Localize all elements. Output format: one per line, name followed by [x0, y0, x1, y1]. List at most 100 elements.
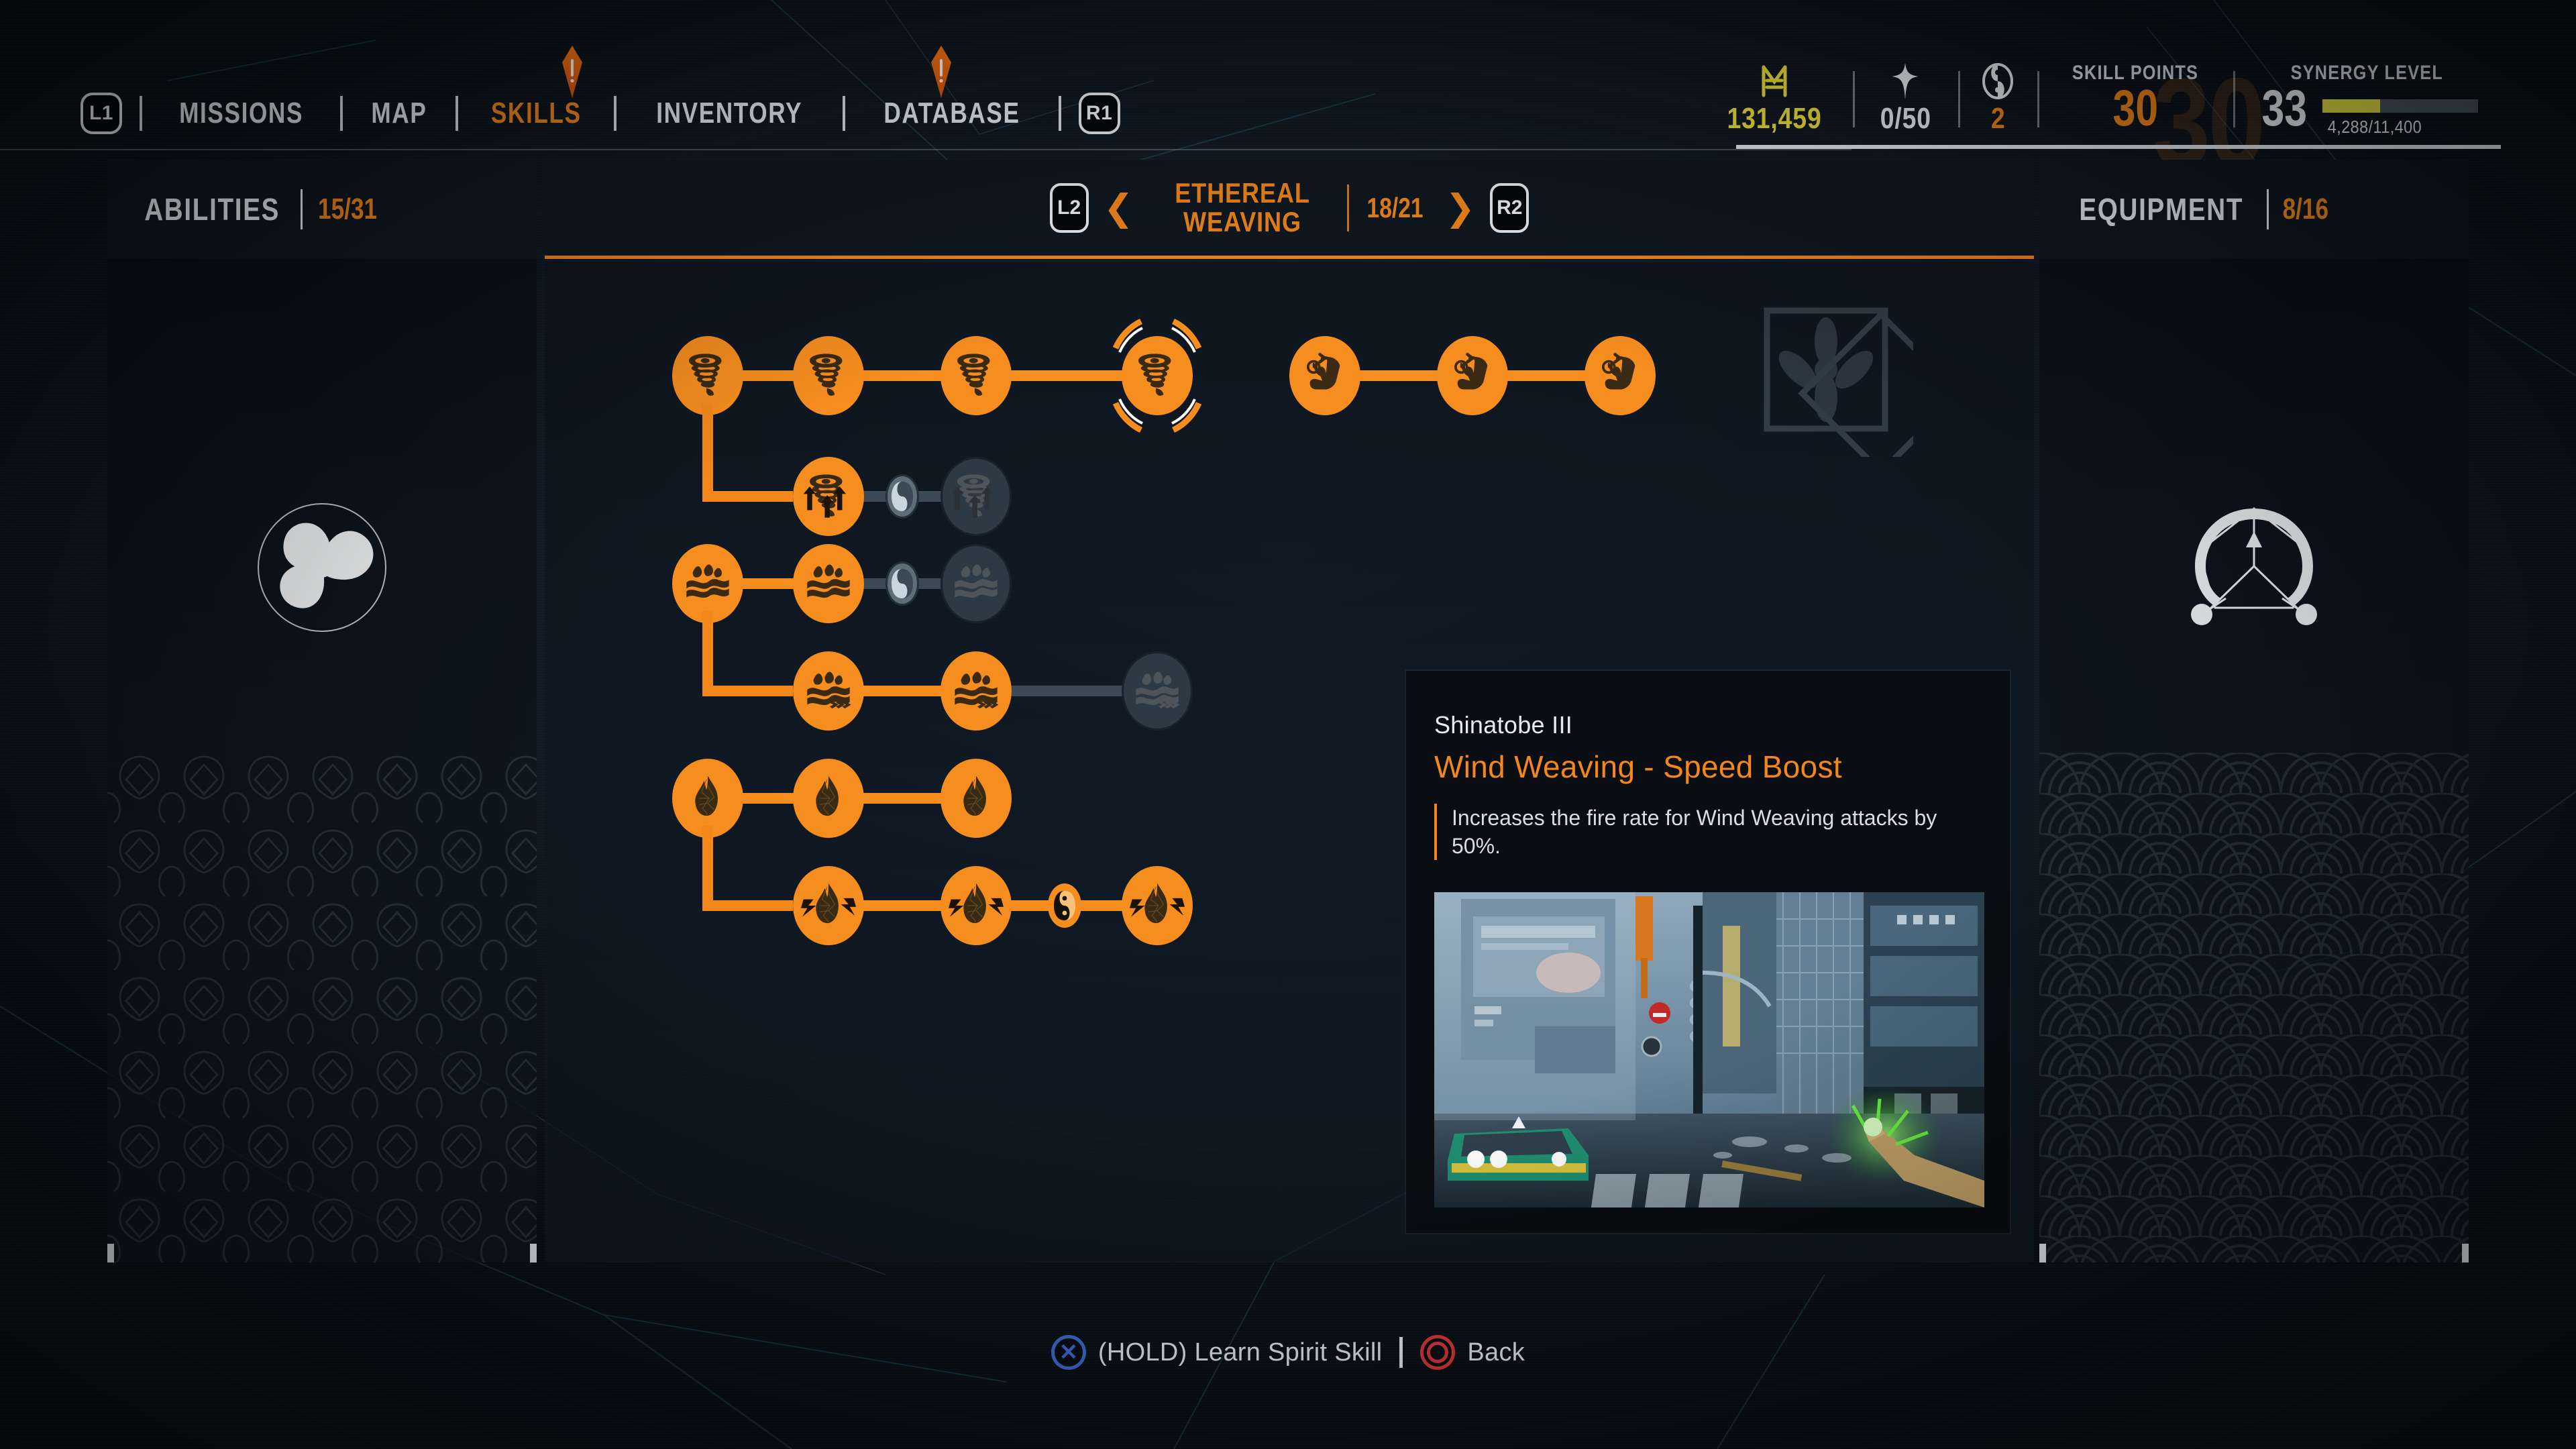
tornado-icon [810, 354, 843, 396]
database-new-badge-icon [931, 46, 951, 98]
tooltip-description-block: Increases the fire rate for Wind Weaving… [1434, 804, 1971, 861]
skill-node-water-weaving-row-2-3[interactable] [1122, 651, 1193, 731]
nav-item-database[interactable]: DATABASE [880, 97, 1023, 130]
stat-relics: 0/50 [1852, 62, 1959, 136]
equipment-count: 8/16 [2283, 193, 2329, 225]
header-hairline [0, 149, 1851, 150]
tooltip-skill-title: Wind Weaving - Speed Boost [1434, 749, 1842, 784]
abilities-divider [301, 189, 303, 229]
skill-node-fire-weaving-row-2-3[interactable] [1122, 866, 1193, 945]
equipment-panel-body [2039, 259, 2469, 1263]
skill-node-water-weaving-row-2-2[interactable] [941, 651, 1012, 731]
skill-node-cooldown-row-3[interactable] [1585, 336, 1656, 415]
button-prompts: ✕ (HOLD) Learn Spirit Skill Back [0, 1335, 2576, 1370]
hand-clock-icon [1445, 348, 1500, 403]
nav-item-map[interactable]: MAP [368, 97, 431, 130]
prompt-back[interactable]: Back [1403, 1335, 1542, 1370]
skill-node-wind-weaving-row-2-2[interactable] [941, 457, 1012, 536]
tooltip-description: Increases the fire rate for Wind Weaving… [1452, 806, 1937, 859]
yin-yang-connector-node[interactable] [885, 474, 919, 519]
relics-value: 0/50 [1880, 102, 1931, 135]
water-wave-icon [807, 564, 850, 598]
skill-node-water-weaving-row-2-1[interactable] [793, 651, 864, 731]
yin-yang-icon [892, 569, 913, 598]
synergy-label: SYNERGY LEVEL [2291, 62, 2444, 84]
water-wave-icon [686, 564, 729, 598]
skill-tree-count: 18/21 [1366, 191, 1424, 223]
skill-node-wind-weaving-row-1-3[interactable] [941, 336, 1012, 415]
nav-row: L1 MISSIONS MAP SKILLS INVENTORY DATABAS… [80, 93, 1120, 134]
prompt-learn-skill[interactable]: ✕ (HOLD) Learn Spirit Skill [1034, 1335, 1400, 1370]
r2-trigger-button[interactable]: R2 [1490, 182, 1529, 233]
tornado-boost-icon [951, 474, 994, 518]
prompt-back-label: Back [1467, 1338, 1525, 1366]
l1-bumper-button[interactable]: L1 [80, 93, 122, 134]
nav-item-missions[interactable]: MISSIONS [176, 97, 307, 130]
yin-yang-connector-node[interactable] [1048, 883, 1081, 928]
circle-button-icon [1420, 1335, 1456, 1370]
water-wave-icon [955, 564, 998, 598]
skill-node-fire-weaving-row-1-2[interactable] [793, 759, 864, 838]
l2-trigger-button[interactable]: L2 [1049, 182, 1089, 233]
skills-new-badge-icon [562, 46, 582, 98]
yin-yang-icon [892, 482, 913, 511]
skill-node-fire-weaving-row-1-3[interactable] [941, 759, 1012, 838]
tooltip-preview-image [1434, 892, 1984, 1208]
currency-value: 131,459 [1727, 102, 1822, 135]
hand-clock-icon [1593, 348, 1648, 403]
flame-burst-icon [949, 882, 1004, 924]
tornado-icon [957, 354, 990, 396]
skill-node-water-weaving-row-1-3[interactable] [941, 544, 1012, 623]
skill-node-wind-weaving-row-1-2[interactable] [793, 336, 864, 415]
panel-corner-tick [2039, 1244, 2046, 1263]
helmet-crest-emblem [2187, 500, 2321, 638]
synergy-progress-track [2322, 99, 2478, 113]
water-rapid-icon [807, 672, 851, 709]
yin-yang-connector-node[interactable] [885, 561, 919, 606]
next-tree-arrow-icon[interactable]: ❯ [1445, 190, 1475, 226]
stat-currency: 131,459 [1696, 62, 1853, 136]
nav-item-inventory[interactable]: INVENTORY [653, 97, 806, 130]
skill-node-cooldown-row-1[interactable] [1289, 336, 1360, 415]
tornado-icon [689, 354, 722, 396]
equipment-panel-header: EQUIPMENT 8/16 [2039, 160, 2469, 259]
abilities-title: ABILITIES [144, 192, 280, 227]
abilities-panel[interactable]: ABILITIES 15/31 [107, 160, 537, 1263]
abilities-count: 15/31 [318, 193, 378, 225]
flame-burst-icon [1130, 882, 1185, 924]
ornate-knot-pattern [107, 753, 537, 1263]
abilities-panel-body [107, 259, 537, 1263]
nav-item-skills[interactable]: SKILLS [488, 97, 584, 130]
skill-node-water-weaving-row-1-2[interactable] [793, 544, 864, 623]
mitsudomoe-emblem [255, 500, 389, 638]
skill-branch-vertical [702, 611, 713, 686]
nav-divider [842, 96, 845, 131]
abilities-panel-header: ABILITIES 15/31 [107, 160, 537, 259]
player-stats: 131,459 0/50 2 SKILL POINTS 30 SYNERGY L… [1696, 62, 2501, 142]
skill-node-fire-weaving-row-2-1[interactable] [793, 866, 864, 945]
equipment-divider [2267, 189, 2269, 229]
nav-divider [140, 96, 142, 131]
r1-bumper-button[interactable]: R1 [1078, 93, 1120, 134]
prev-tree-arrow-icon[interactable]: ❮ [1104, 190, 1134, 226]
synergy-progress-fill [2322, 99, 2380, 113]
prompt-learn-skill-label: (HOLD) Learn Spirit Skill [1097, 1338, 1383, 1366]
skill-points-value: 30 [2112, 80, 2159, 137]
flame-icon [694, 775, 718, 816]
tornado-icon [1138, 354, 1171, 396]
skill-node-wind-weaving-row-1-4[interactable] [1122, 336, 1193, 415]
skill-node-wind-weaving-row-2-1[interactable] [793, 457, 864, 536]
spirit-relic-icon [1889, 62, 1921, 101]
stat-synergy: SYNERGY LEVEL 33 4,288/11,400 [2233, 62, 2501, 138]
panel-corner-tick [107, 1244, 114, 1263]
water-rapid-icon [1136, 672, 1180, 709]
skill-node-fire-weaving-row-2-2[interactable] [941, 866, 1012, 945]
synergy-progress-text: 4,288/11,400 [2327, 117, 2422, 137]
stat-skill-points: SKILL POINTS 30 [2037, 62, 2233, 137]
equipment-panel[interactable]: EQUIPMENT 8/16 [2039, 160, 2469, 1263]
synergy-bar-column: 4,288/11,400 [2322, 99, 2478, 138]
tree-title-divider [1346, 184, 1349, 231]
skill-node-cooldown-row-2[interactable] [1437, 336, 1508, 415]
synergy-level-value: 33 [2261, 80, 2308, 137]
skill-branch-horizontal [702, 900, 793, 911]
